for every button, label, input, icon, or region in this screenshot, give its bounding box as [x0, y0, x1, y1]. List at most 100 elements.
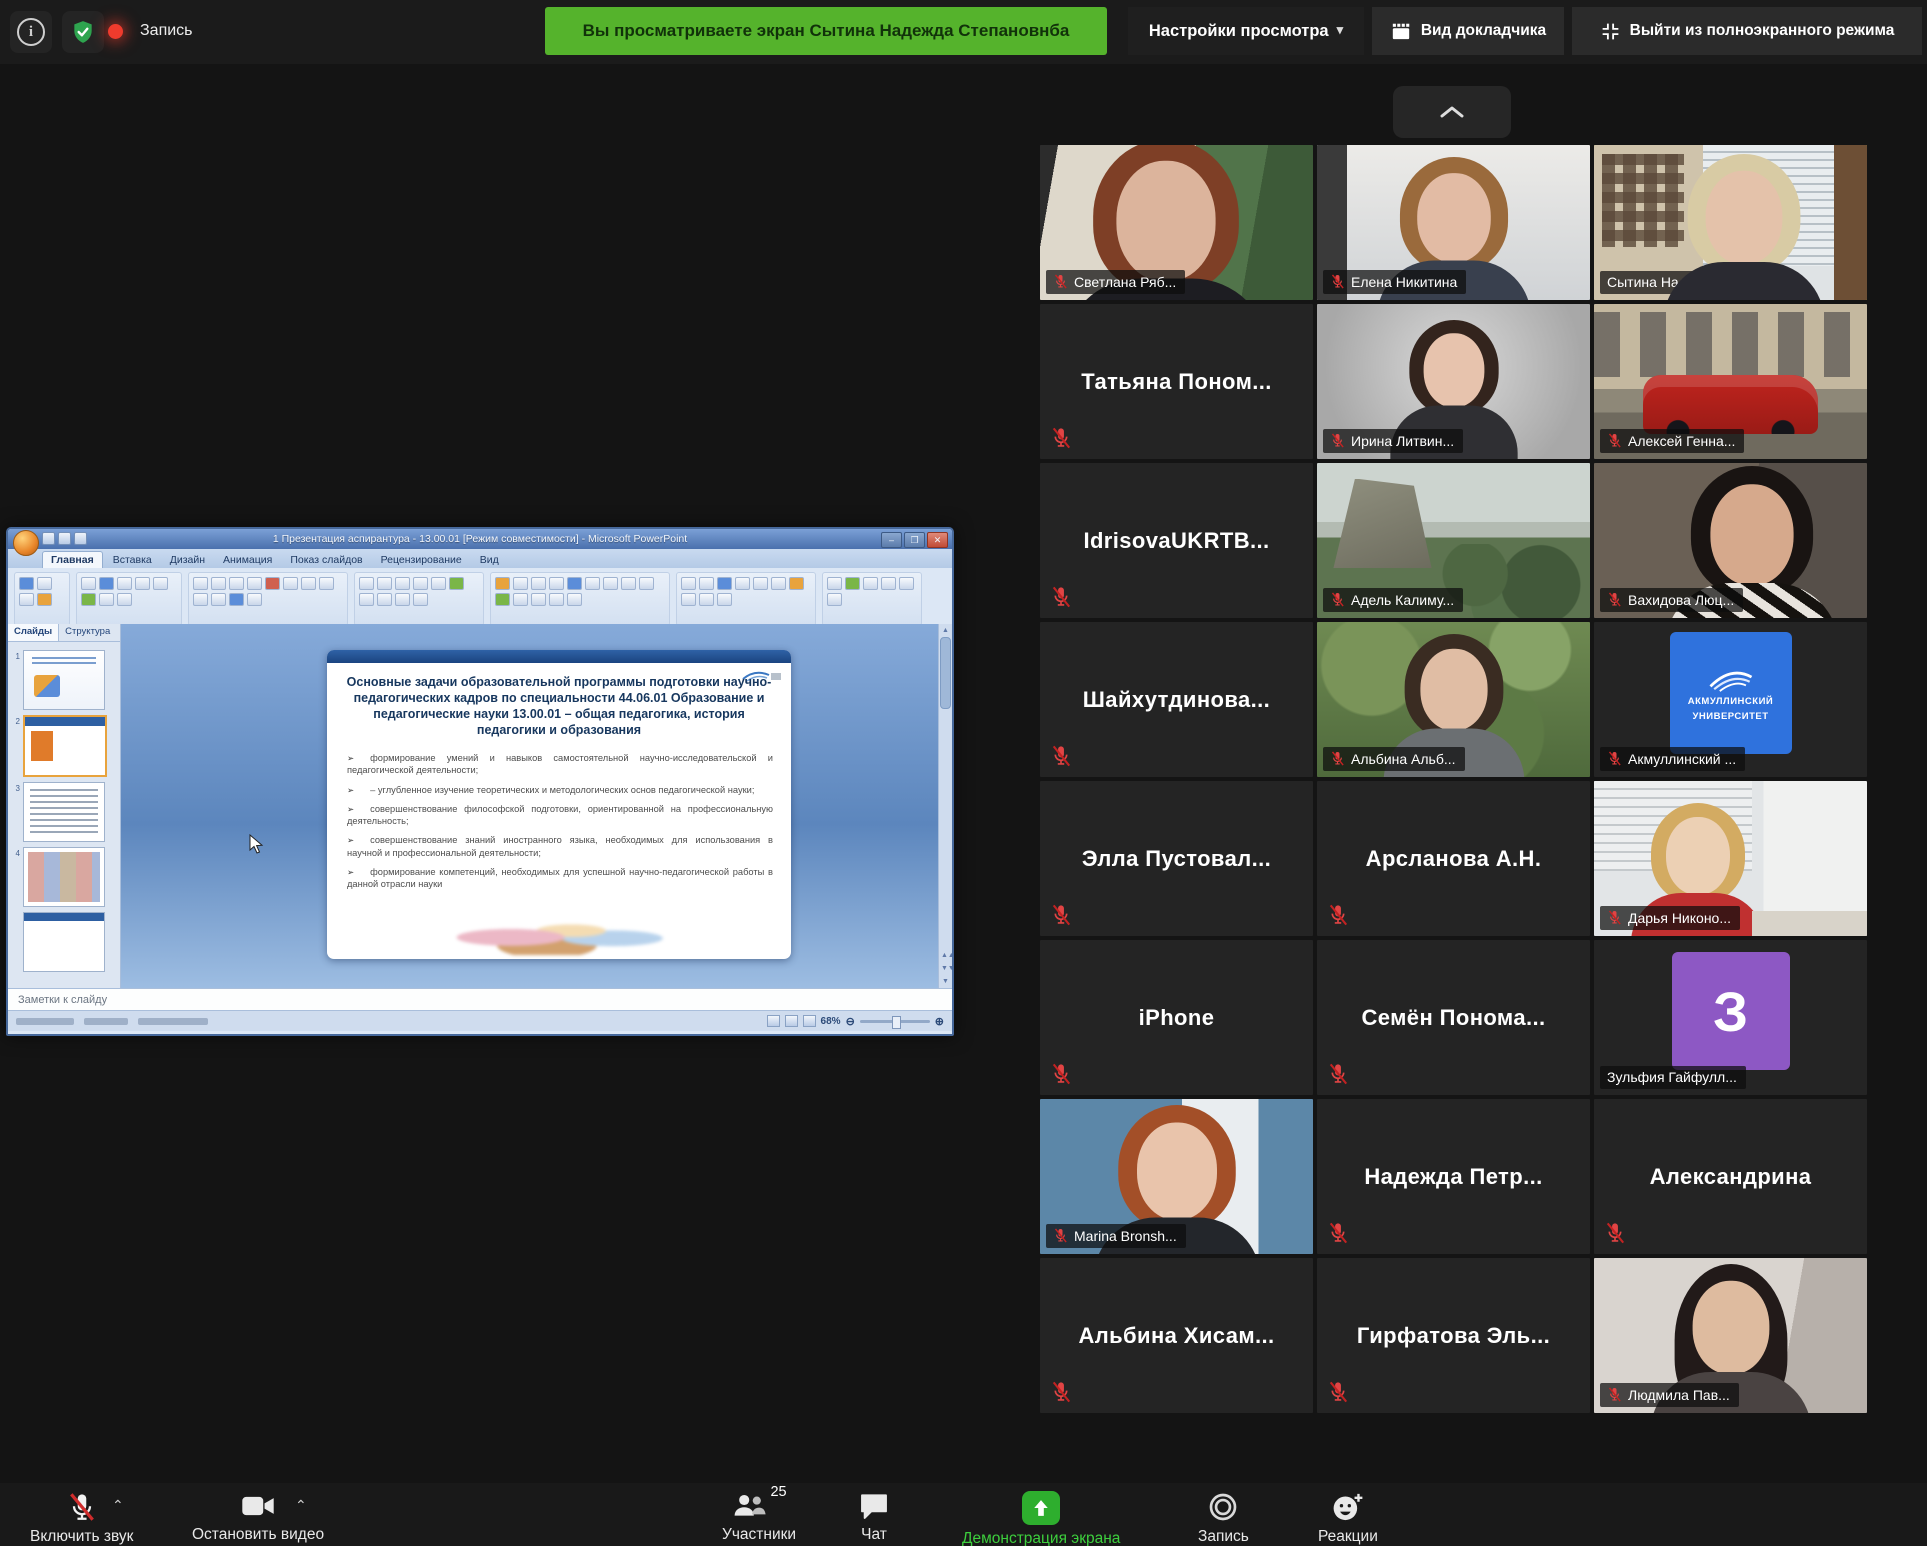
- info-button[interactable]: i: [10, 11, 52, 53]
- shield-check-icon: [70, 19, 96, 45]
- view-settings-label: Настройки просмотра: [1149, 22, 1329, 41]
- minimize-icon: –: [881, 532, 902, 548]
- ribbon-tab-2: Вставка: [105, 552, 160, 568]
- mic-muted-badge: [1050, 1379, 1072, 1405]
- slide-thumbnail: [23, 847, 105, 907]
- participant-tile-24[interactable]: Людмила Пав...: [1594, 1258, 1867, 1413]
- participant-tile-15[interactable]: Дарья Никоно...: [1594, 781, 1867, 936]
- participant-tile-8[interactable]: Адель Калиму...: [1317, 463, 1590, 618]
- participant-tile-6[interactable]: Алексей Генна...: [1594, 304, 1867, 459]
- participant-name-tag: Светлана Ряб...: [1046, 270, 1185, 294]
- view-settings-button[interactable]: Настройки просмотра ▾: [1128, 7, 1364, 55]
- record-button[interactable]: Запись: [1198, 1491, 1249, 1546]
- info-icon: i: [17, 18, 45, 46]
- office-button: [13, 530, 39, 556]
- participant-tile-10[interactable]: Шайхутдинова...: [1040, 622, 1313, 777]
- mic-muted-badge: [1327, 902, 1349, 928]
- mic-muted-icon: [1327, 1220, 1349, 1246]
- close-icon: ✕: [927, 532, 948, 548]
- powerpoint-window-title: 1 Презентация аспирантура - 13.00.01 [Ре…: [8, 533, 952, 545]
- status-bar: 68% ⊖ ⊕: [8, 1010, 952, 1031]
- scrollbar-thumb: [940, 637, 951, 709]
- participants-count: 25: [770, 1484, 786, 1500]
- participant-tile-2[interactable]: Елена Никитина: [1317, 145, 1590, 300]
- slide-thumbnail: [23, 782, 105, 842]
- participant-name-tag: Алексей Генна...: [1600, 429, 1744, 453]
- chat-button[interactable]: Чат: [858, 1491, 890, 1544]
- slide-illustration: [438, 911, 679, 955]
- participant-tile-7[interactable]: IdrisovaUKRTB...: [1040, 463, 1313, 618]
- mic-muted-icon: [1607, 432, 1622, 449]
- zoom-in-icon: ⊕: [935, 1015, 944, 1028]
- participant-tile-19[interactable]: Marina Bronsh...: [1040, 1099, 1313, 1254]
- security-button[interactable]: [62, 11, 104, 53]
- ribbon-tab-3: Дизайн: [162, 552, 213, 568]
- participant-name: Альбина Альб...: [1351, 751, 1456, 767]
- slide-thumbnail-row: 1: [12, 650, 118, 710]
- participant-tile-20[interactable]: Надежда Петр...: [1317, 1099, 1590, 1254]
- participants-label: Участники: [722, 1526, 796, 1544]
- speaker-view-button[interactable]: Вид докладчика: [1372, 7, 1564, 55]
- chevron-up-icon: [1438, 104, 1466, 120]
- stop-video-label: Остановить видео: [192, 1526, 324, 1544]
- participant-name: Алексей Генна...: [1628, 433, 1735, 449]
- meeting-top-bar: i Запись Вы просматриваете экран Сытина …: [0, 0, 1927, 64]
- share-screen-button[interactable]: Демонстрация экрана: [962, 1491, 1120, 1546]
- participant-name: Зульфия Гайфулл...: [1607, 1069, 1737, 1085]
- mic-muted-icon: [1053, 273, 1068, 290]
- slide-thumbnail-row: [12, 912, 118, 972]
- grid-collapse-button[interactable]: [1393, 86, 1511, 138]
- participant-tile-11[interactable]: Альбина Альб...: [1317, 622, 1590, 777]
- ribbon-group: [822, 572, 922, 626]
- mic-muted-icon: [1607, 1386, 1622, 1403]
- participant-tile-3[interactable]: Сытина Надежда ...: [1594, 145, 1867, 300]
- participant-name: Светлана Ряб...: [1074, 274, 1176, 290]
- participant-name-tag: Вахидова Люц...: [1600, 588, 1743, 612]
- mic-muted-badge: [1327, 1379, 1349, 1405]
- slide-scrollbar: ▲ ▲▲ ▼▼ ▼: [938, 624, 952, 988]
- reactions-button[interactable]: Реакции: [1318, 1491, 1378, 1546]
- participant-tile-18[interactable]: ЗЗульфия Гайфулл...: [1594, 940, 1867, 1095]
- mic-muted-icon: [1050, 743, 1072, 769]
- share-screen-icon: [1022, 1491, 1060, 1525]
- participant-name: Семён Понома...: [1317, 940, 1590, 1095]
- mic-muted-icon: [1050, 584, 1072, 610]
- participant-name: Адель Калиму...: [1351, 592, 1454, 608]
- participant-name-tag: Ирина Литвин...: [1323, 429, 1463, 453]
- participant-tile-13[interactable]: Элла Пустовал...: [1040, 781, 1313, 936]
- avatar-letter: З: [1672, 952, 1790, 1070]
- audio-options-chevron[interactable]: ⌃: [112, 1497, 124, 1514]
- participant-name: Шайхутдинова...: [1040, 622, 1313, 777]
- participant-tile-12[interactable]: АКМУЛЛИНСКИЙУНИВЕРСИТЕТАкмуллинский ...: [1594, 622, 1867, 777]
- mic-muted-badge: [1050, 584, 1072, 610]
- participant-tile-14[interactable]: Арсланова А.Н.: [1317, 781, 1590, 936]
- viewing-screen-banner: Вы просматриваете экран Сытина Надежда С…: [545, 7, 1107, 55]
- participant-name: Гирфатова Эль...: [1317, 1258, 1590, 1413]
- participants-grid: Светлана Ряб... Елена НикитинаСытина Наде…: [1040, 145, 1867, 1413]
- participant-name-tag: Marina Bronsh...: [1046, 1224, 1186, 1248]
- slide-bullet: – углубленное изучение теоретических и м…: [347, 784, 773, 796]
- mic-muted-icon: [1050, 1379, 1072, 1405]
- video-options-chevron[interactable]: ⌃: [295, 1497, 307, 1514]
- participant-tile-1[interactable]: Светлана Ряб...: [1040, 145, 1313, 300]
- participant-tile-16[interactable]: iPhone: [1040, 940, 1313, 1095]
- participant-tile-9[interactable]: Вахидова Люц...: [1594, 463, 1867, 618]
- status-placeholder: [16, 1018, 74, 1025]
- ribbon-group: [76, 572, 182, 626]
- exit-fullscreen-button[interactable]: Выйти из полноэкранного режима: [1572, 7, 1922, 55]
- participant-tile-22[interactable]: Альбина Хисам...: [1040, 1258, 1313, 1413]
- participant-name-tag: Дарья Никоно...: [1600, 906, 1740, 930]
- mic-muted-icon: [1327, 902, 1349, 928]
- participant-tile-4[interactable]: Татьяна Поном...: [1040, 304, 1313, 459]
- mic-muted-icon: [1053, 1227, 1068, 1244]
- ribbon-tab-6: Рецензирование: [373, 552, 470, 568]
- participant-name: IdrisovaUKRTB...: [1040, 463, 1313, 618]
- participants-button[interactable]: 25 Участники: [722, 1491, 796, 1544]
- participant-tile-17[interactable]: Семён Понома...: [1317, 940, 1590, 1095]
- participant-tile-5[interactable]: Ирина Литвин...: [1317, 304, 1590, 459]
- participant-tile-23[interactable]: Гирфатова Эль...: [1317, 1258, 1590, 1413]
- slide-thumbnail: [23, 650, 105, 710]
- mic-muted-icon: [1330, 273, 1345, 290]
- slide-area: Основные задачи образовательной программ…: [121, 624, 938, 988]
- participant-tile-21[interactable]: Александрина: [1594, 1099, 1867, 1254]
